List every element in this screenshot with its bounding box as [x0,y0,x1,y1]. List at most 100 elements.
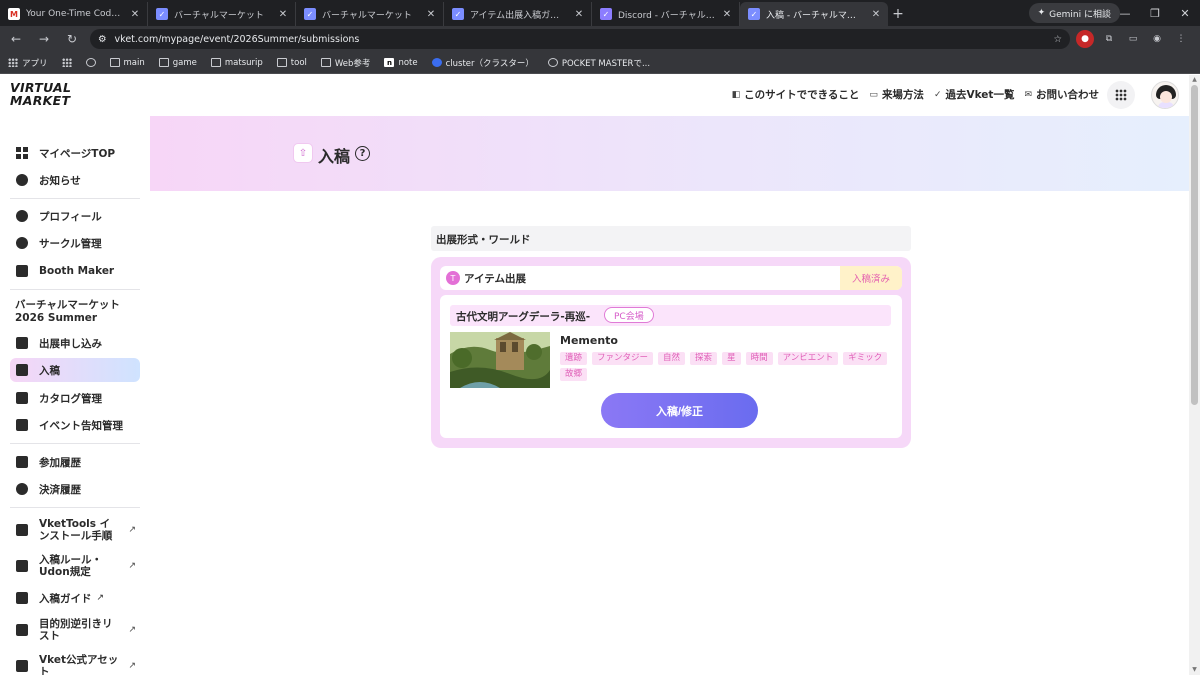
sidebar-item-booth-maker[interactable]: Booth Maker [10,259,140,283]
scroll-up-arrow-icon[interactable]: ▲ [1191,76,1198,84]
close-icon[interactable]: ✕ [870,9,882,20]
external-link-icon: ↗ [96,593,105,603]
url-bar[interactable]: ⚙ vket.com/mypage/event/2026Summer/submi… [90,29,1070,49]
apps-menu-button[interactable] [1107,81,1135,109]
close-icon[interactable]: ✕ [721,9,733,20]
forward-button[interactable]: → [32,27,56,51]
sidebar-item-news[interactable]: お知らせ [10,168,140,192]
external-link-icon: ↗ [128,661,136,671]
vket-logo[interactable]: VIRTUAL MARKET [10,81,86,111]
tag: 遺跡 [560,352,588,365]
tab-title: バーチャルマーケット [322,10,412,21]
bookmark-note[interactable]: n note [384,57,418,68]
bookmark-site[interactable] [85,58,96,67]
scroll-down-arrow-icon[interactable]: ▼ [1191,666,1198,674]
bookmark-folder[interactable]: matsurip [210,58,263,68]
info-icon [16,174,28,186]
bookmark-folder[interactable]: game [158,58,197,68]
sidebar-item-label: 入稿 [39,364,60,377]
sidebar-item-profile[interactable]: プロフィール [10,204,140,228]
tag: 探索 [690,352,718,365]
nav-about[interactable]: ◧ このサイトでできること [732,87,860,102]
sidebar-item-official-assets[interactable]: Vket公式アセット ↗ [10,650,140,675]
browser-tab[interactable]: M Your One-Time Code is 849949 ✕ [0,2,148,26]
sidebar-item-rules[interactable]: 入稿ルール・Udon規定 ↗ [10,550,140,582]
close-icon[interactable]: ✕ [573,9,585,20]
browser-tab[interactable]: ✓ バーチャルマーケット ✕ [148,2,296,26]
sidebar-item-label: マイページTOP [39,147,116,160]
nav-contact[interactable]: ✉ お問い合わせ [1024,87,1099,102]
sidebar-item-vkettools-guide[interactable]: VketTools インストール手順 ↗ [10,514,140,546]
reload-button[interactable]: ↻ [60,27,84,51]
book-icon [16,524,28,536]
new-tab-button[interactable]: + [888,2,908,26]
extensions-puzzle-icon[interactable]: ⧉ [1100,30,1118,48]
page-scrollbar[interactable]: ▲ ▼ [1189,75,1200,675]
venue-badge: PC会場 [604,307,654,323]
window-close-button[interactable]: ✕ [1170,0,1200,26]
sidebar-item-announcement[interactable]: イベント告知管理 [10,413,140,437]
sidebar-item-label: 参加履歴 [39,456,81,469]
bookmark-apps[interactable]: アプリ [8,57,48,69]
card-header: T アイテム出展 入稿済み [440,266,902,290]
browser-tab-active[interactable]: ✓ 入稿 - バーチャルマーケット2026 Sum ✕ [740,2,888,26]
site-info-icon[interactable]: ⚙ [98,34,107,45]
user-avatar[interactable] [1151,81,1179,109]
dashboard-icon [16,147,28,159]
close-icon[interactable]: ✕ [129,9,141,20]
sidebar-item-catalog[interactable]: カタログ管理 [10,386,140,410]
help-icon[interactable]: ? [355,146,370,161]
minimize-button[interactable]: — [1110,0,1140,26]
bookmark-folder[interactable]: tool [276,58,307,68]
item-name: Memento [560,334,618,347]
browser-tab[interactable]: ✓ バーチャルマーケット ✕ [296,2,444,26]
browser-tab[interactable]: ✓ アイテム出展入稿ガイド - バーチャル ✕ [444,2,592,26]
back-button[interactable]: ← [4,27,28,51]
bookmark-folder[interactable]: main [109,58,145,68]
sidebar-item-submission-guide[interactable]: 入稿ガイド ↗ [10,586,140,610]
sidebar-item-participation-history[interactable]: 参加履歴 [10,450,140,474]
divider [10,443,140,444]
bookmark-tab-groups[interactable] [61,58,72,67]
bookmark-star-icon[interactable]: ☆ [1053,34,1062,45]
reading-mode-icon[interactable]: ▭ [1124,30,1142,48]
sidebar-item-circle[interactable]: サークル管理 [10,231,140,255]
sidebar-item-mypage-top[interactable]: マイページTOP [10,141,140,165]
maximize-button[interactable]: ❐ [1140,0,1170,26]
extension-icon[interactable]: ● [1076,30,1094,48]
menu-icon[interactable]: ⋮ [1172,30,1190,48]
bookmark-cluster[interactable]: cluster（クラスター） [431,57,534,69]
tab-groups-icon [61,58,72,67]
vket-icon: ✓ [156,8,168,20]
profile-icon[interactable]: ◉ [1148,30,1166,48]
sidebar-item-application[interactable]: 出展申し込み [10,331,140,355]
bookmark-label: Web参考 [334,58,371,69]
sidebar-item-submission[interactable]: 入稿 [10,358,140,382]
close-icon[interactable]: ✕ [425,9,437,20]
external-link-icon: ↗ [128,561,136,571]
scroll-thumb[interactable] [1191,85,1198,405]
folder-icon [210,58,221,67]
gemini-button[interactable]: ✦ Gemini に相談 [1028,3,1120,23]
sidebar-item-reverse-lookup[interactable]: 目的別逆引きリスト ↗ [10,614,140,646]
tag: 故郷 [560,368,588,381]
bookmark-folder[interactable]: Web参考 [320,57,371,69]
close-icon[interactable]: ✕ [277,9,289,20]
sidebar-item-label: 出展申し込み [39,337,102,350]
bookmarks-bar: アプリ main game matsurip tool Web参考 n note … [0,52,1200,74]
nav-how-to-visit[interactable]: ▭ 来場方法 [869,87,924,102]
star-bookmark-icon [16,456,28,468]
bookmark-label: note [398,57,418,68]
nav-label: お問い合わせ [1036,89,1099,101]
browser-tab[interactable]: ✓ Discord - バーチャルマーケット ✕ [592,2,740,26]
section-title: 出展形式・ワールド [431,226,911,251]
external-link-icon: ↗ [128,625,136,635]
sidebar-item-payment-history[interactable]: 決済履歴 [10,477,140,501]
apps-grid-icon [8,58,18,67]
bookmark-label: POCKET MASTERで... [561,58,651,69]
nav-past-events[interactable]: ✓ 過去Vket一覧 [934,87,1015,102]
bookmark-pocket-master[interactable]: POCKET MASTERで... [547,57,651,69]
cluster-icon [431,58,442,67]
person-icon [16,210,28,222]
submit-edit-button[interactable]: 入稿/修正 [601,393,758,428]
